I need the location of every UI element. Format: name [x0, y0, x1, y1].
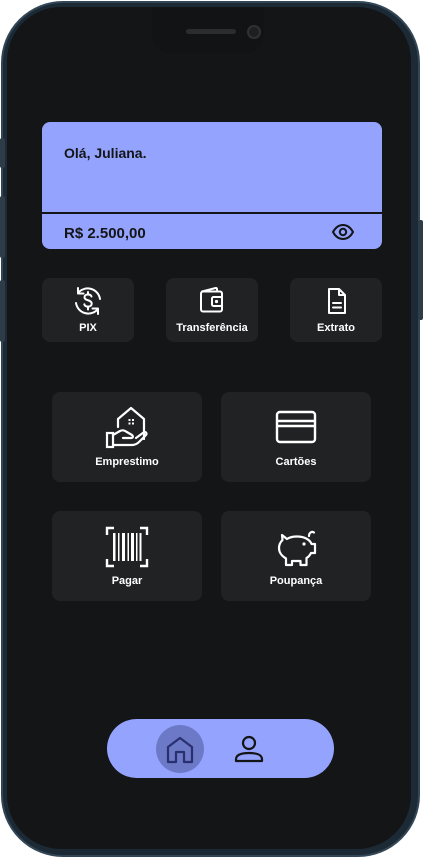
- credit-card-icon: [275, 410, 317, 444]
- transfer-button[interactable]: Transferência: [166, 278, 258, 342]
- greeting-text: Olá, Juliana.: [64, 145, 147, 161]
- pix-label: PIX: [79, 322, 97, 334]
- profile-icon[interactable]: [233, 733, 265, 765]
- pix-exchange-icon: [75, 287, 101, 315]
- savings-button[interactable]: Poupança: [221, 511, 371, 601]
- phone-power-button: [418, 220, 423, 320]
- phone-volume-up-button: [0, 196, 5, 258]
- phone-side-button: [0, 138, 5, 168]
- wallet-icon: [200, 286, 223, 313]
- eye-icon[interactable]: [331, 223, 355, 241]
- phone-camera: [247, 25, 261, 39]
- phone-volume-down-button: [0, 280, 5, 342]
- bottom-nav: [107, 719, 334, 778]
- balance-amount: R$ 2.500,00: [64, 225, 146, 242]
- document-icon: [328, 288, 346, 314]
- statement-label: Extrato: [317, 322, 355, 334]
- barcode-icon: [105, 526, 149, 568]
- pay-button[interactable]: Pagar: [52, 511, 202, 601]
- cards-button[interactable]: Cartões: [221, 392, 371, 482]
- pix-button[interactable]: PIX: [42, 278, 134, 342]
- loan-label: Emprestimo: [95, 456, 159, 468]
- phone-speaker: [186, 29, 236, 34]
- loan-button[interactable]: Emprestimo: [52, 392, 202, 482]
- home-icon: [166, 736, 194, 764]
- card-divider: [42, 212, 382, 214]
- piggy-bank-icon: [277, 530, 317, 567]
- balance-card: Olá, Juliana. R$ 2.500,00: [42, 122, 382, 249]
- nav-home-button[interactable]: [156, 725, 204, 773]
- statement-button[interactable]: Extrato: [290, 278, 382, 342]
- pay-label: Pagar: [111, 575, 143, 587]
- transfer-label: Transferência: [176, 322, 248, 334]
- savings-label: Poupança: [269, 575, 323, 587]
- house-hand-icon: [105, 406, 148, 449]
- cards-label: Cartões: [275, 456, 317, 468]
